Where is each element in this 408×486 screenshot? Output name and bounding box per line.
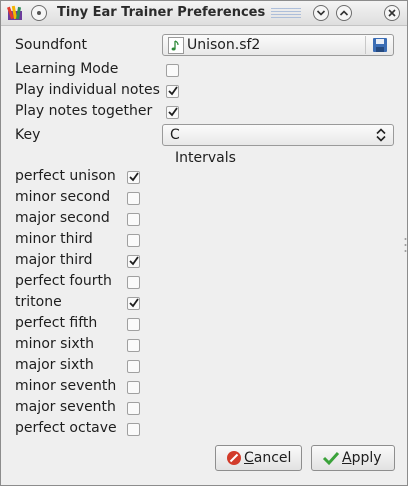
learning-mode-checkbox[interactable]: [166, 64, 179, 77]
play-notes-together-label: Play notes together: [15, 103, 153, 119]
interval-label: minor seventh: [15, 378, 117, 394]
interval-checkbox[interactable]: [127, 192, 140, 205]
floppy-disk-icon[interactable]: [372, 37, 388, 57]
interval-label: major third: [15, 252, 93, 268]
close-icon: [388, 9, 396, 17]
interval-checkbox[interactable]: [127, 423, 140, 436]
interval-label: perfect fourth: [15, 273, 112, 289]
checkmark-icon: [129, 256, 139, 266]
interval-label: major second: [15, 210, 110, 226]
interval-label: perfect octave: [15, 420, 117, 436]
interval-label: major sixth: [15, 357, 94, 373]
interval-label: perfect fifth: [15, 315, 98, 331]
key-value: C: [170, 127, 180, 143]
cancel-icon: [226, 450, 242, 470]
app-icon: [7, 5, 23, 21]
chevron-up-icon: [339, 10, 349, 16]
interval-checkbox[interactable]: [127, 402, 140, 415]
maximize-button[interactable]: [336, 5, 352, 21]
soundfont-file-chooser[interactable]: Unison.sf2: [162, 34, 394, 56]
interval-checkbox[interactable]: [127, 297, 140, 310]
intervals-heading: Intervals: [175, 150, 236, 166]
play-notes-together-checkbox[interactable]: [166, 106, 179, 119]
checkmark-icon: [168, 107, 178, 117]
apply-button[interactable]: Apply: [311, 445, 395, 471]
soundfont-label: Soundfont: [15, 37, 87, 53]
window-title: Tiny Ear Trainer Preferences: [57, 5, 266, 20]
title-bar[interactable]: Tiny Ear Trainer Preferences: [1, 1, 407, 26]
interval-checkbox[interactable]: [127, 339, 140, 352]
cancel-button[interactable]: Cancel: [215, 445, 302, 471]
resize-grip[interactable]: [404, 235, 407, 255]
close-button[interactable]: [384, 5, 400, 21]
interval-checkbox[interactable]: [127, 171, 140, 184]
interval-checkbox[interactable]: [127, 381, 140, 394]
interval-label: perfect unison: [15, 168, 116, 184]
interval-checkbox[interactable]: [127, 234, 140, 247]
apply-button-label: Apply: [342, 450, 382, 466]
interval-label: minor third: [15, 231, 93, 247]
learning-mode-label: Learning Mode: [15, 61, 119, 77]
interval-label: minor sixth: [15, 336, 95, 352]
title-bar-grip: [271, 8, 301, 18]
key-label: Key: [15, 127, 41, 143]
checkmark-icon: [168, 86, 178, 96]
interval-label: tritone: [15, 294, 62, 310]
interval-label: minor second: [15, 189, 111, 205]
field-divider: [365, 36, 366, 54]
chevron-down-icon: [316, 10, 326, 16]
key-select[interactable]: C: [162, 124, 394, 146]
checkmark-icon: [129, 298, 139, 308]
play-individual-notes-label: Play individual notes: [15, 82, 160, 98]
cancel-button-label: Cancel: [244, 450, 292, 466]
window-menu-button[interactable]: [31, 5, 47, 21]
interval-checkbox[interactable]: [127, 360, 140, 373]
interval-checkbox[interactable]: [127, 318, 140, 331]
checkmark-icon: [129, 172, 139, 182]
preferences-window: Tiny Ear Trainer Preferences Soundfont U…: [0, 0, 408, 486]
up-down-arrows-icon: [375, 128, 387, 146]
play-individual-notes-checkbox[interactable]: [166, 85, 179, 98]
checkmark-icon: [322, 450, 340, 470]
interval-checkbox[interactable]: [127, 276, 140, 289]
soundfont-filename: Unison.sf2: [187, 37, 261, 53]
interval-checkbox[interactable]: [127, 255, 140, 268]
interval-label: major seventh: [15, 399, 116, 415]
interval-checkbox[interactable]: [127, 213, 140, 226]
music-note-icon: [168, 37, 184, 54]
minimize-button[interactable]: [313, 5, 329, 21]
